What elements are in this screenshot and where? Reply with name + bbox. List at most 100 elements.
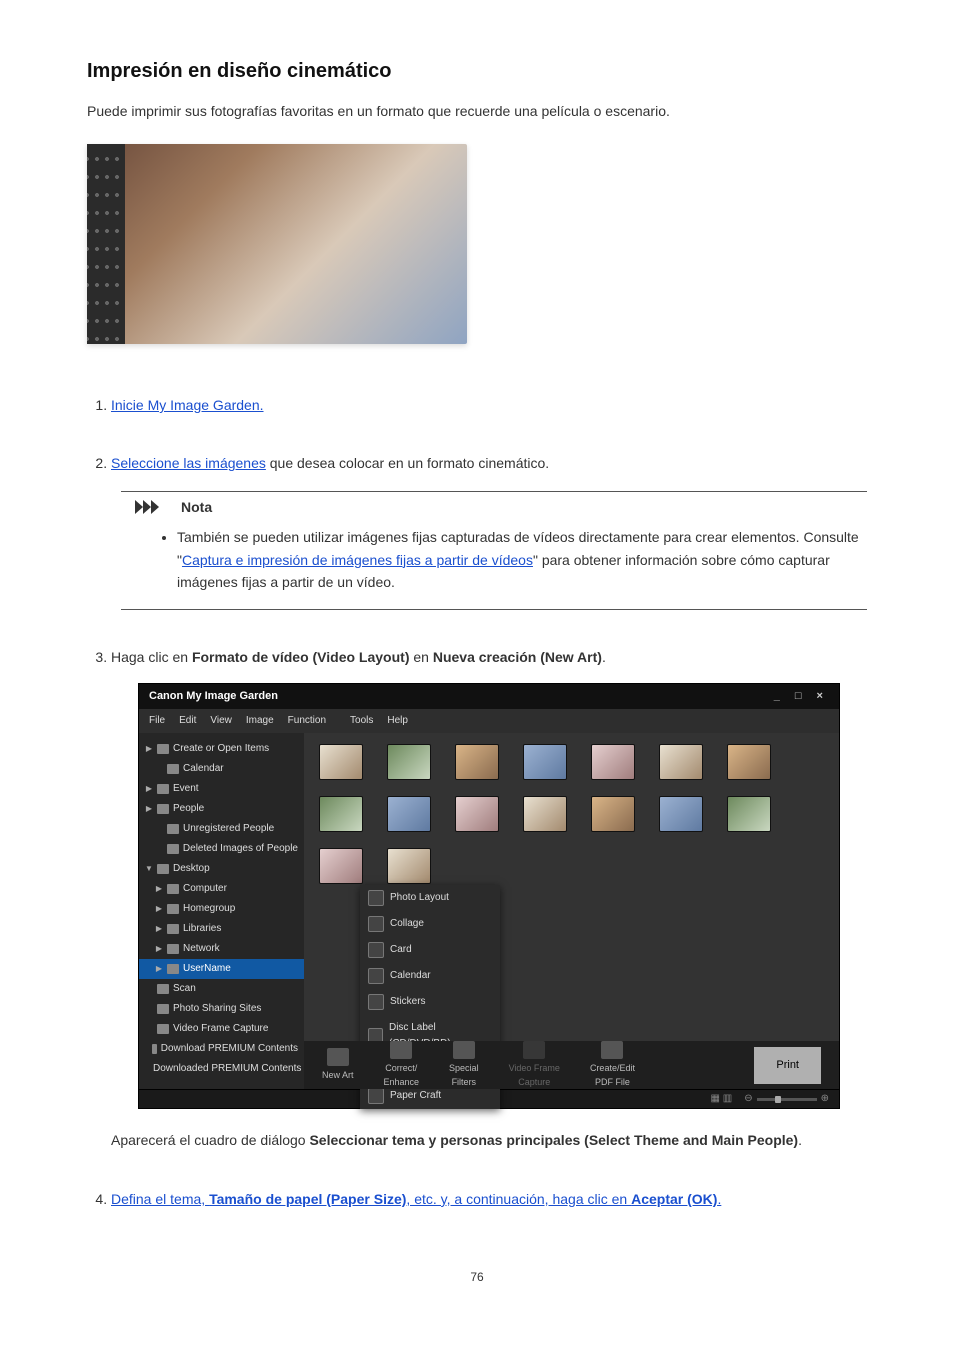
menu-function[interactable]: Function [288, 713, 326, 729]
toolbar-new-art-label: New Art [322, 1068, 354, 1082]
thumbnail[interactable] [660, 745, 702, 779]
sidebar-item-computer[interactable]: ▶Computer [139, 879, 304, 899]
sidebar-item-network[interactable]: ▶Network [139, 939, 304, 959]
thumbnail[interactable] [388, 849, 430, 883]
app-menubar: File Edit View Image Function Tools Help [139, 709, 839, 733]
sidebar-item-libraries[interactable]: ▶Libraries [139, 919, 304, 939]
note-bullet: También se pueden utilizar imágenes fija… [177, 526, 867, 593]
sidebar-item-people[interactable]: ▶People [139, 799, 304, 819]
sidebar-item-scan[interactable]: Scan [139, 979, 304, 999]
step-4-mid: , etc. y, a continuación, haga clic en [406, 1191, 631, 1207]
step-4-bold-1: Tamaño de papel (Paper Size) [209, 1191, 406, 1207]
capture-videos-link[interactable]: Captura e impresión de imágenes fijas a … [182, 552, 533, 568]
flyout-stickers[interactable]: Stickers [360, 989, 500, 1015]
thumbnail[interactable] [524, 797, 566, 831]
filmstrip-icon [87, 144, 125, 344]
step-3-prefix: Haga clic en [111, 649, 192, 665]
app-title: Canon My Image Garden [149, 688, 278, 706]
step-3: Haga clic en Formato de vídeo (Video Lay… [111, 646, 867, 1151]
thumbnail[interactable] [388, 797, 430, 831]
thumbnail[interactable] [456, 745, 498, 779]
thumbnail[interactable] [524, 745, 566, 779]
step-3-bold-1: Formato de vídeo (Video Layout) [192, 649, 410, 665]
select-images-link[interactable]: Seleccione las imágenes [111, 455, 266, 471]
toolbar-new-art[interactable]: New Art [322, 1048, 354, 1082]
thumbnail[interactable] [320, 797, 362, 831]
step-3-bold-2: Nueva creación (New Art) [433, 649, 602, 665]
app-sidebar: ▶Create or Open ItemsCalendar▶Event▶Peop… [139, 733, 304, 1089]
step-3-result-bold: Seleccionar tema y personas principales … [309, 1132, 798, 1148]
intro-paragraph: Puede imprimir sus fotografías favoritas… [87, 101, 867, 122]
sidebar-item-homegroup[interactable]: ▶Homegroup [139, 899, 304, 919]
toolbar-video-frame-capture: Video Frame Capture [509, 1041, 560, 1090]
pdf-icon [601, 1041, 623, 1059]
toolbar-correct-enhance[interactable]: Correct/ Enhance [384, 1041, 420, 1090]
zoom-slider[interactable]: ⊖ ⊕ [744, 1091, 829, 1107]
step-3-mid: en [409, 649, 432, 665]
sidebar-item-calendar[interactable]: Calendar [139, 759, 304, 779]
thumbnail[interactable] [728, 797, 770, 831]
thumbnail[interactable] [592, 745, 634, 779]
sidebar-item-video-frame-capture[interactable]: Video Frame Capture [139, 1019, 304, 1039]
thumbnail[interactable] [728, 745, 770, 779]
thumbnail[interactable] [592, 797, 634, 831]
menu-view[interactable]: View [210, 713, 232, 729]
app-toolbar: New Art Correct/ Enhance Special Filters [304, 1041, 839, 1089]
start-mig-link[interactable]: Inicie My Image Garden. [111, 397, 264, 413]
step-4-bold-2: Aceptar (OK) [631, 1191, 717, 1207]
step-4-end: . [717, 1191, 721, 1207]
toolbar-pdf[interactable]: Create/Edit PDF File [590, 1041, 635, 1090]
toolbar-pdf-label: Create/Edit PDF File [590, 1061, 635, 1090]
step-4-pre: Defina el tema, [111, 1191, 209, 1207]
note-box: Nota También se pueden utilizar imágenes… [121, 491, 867, 611]
special-filters-icon [453, 1041, 475, 1059]
sidebar-item-create-or-open-items[interactable]: ▶Create or Open Items [139, 739, 304, 759]
define-theme-link[interactable]: Defina el tema, Tamaño de papel (Paper S… [111, 1191, 721, 1207]
step-3-result-prefix: Aparecerá el cuadro de diálogo [111, 1132, 309, 1148]
view-mode-icons[interactable]: ▦ ▥ [711, 1091, 733, 1107]
thumbnail-grid [320, 745, 823, 883]
step-3-result: Aparecerá el cuadro de diálogo Seleccion… [111, 1129, 867, 1151]
thumbnail[interactable] [388, 745, 430, 779]
sidebar-item-download-premium-contents[interactable]: Download PREMIUM Contents [139, 1039, 304, 1059]
sidebar-item-photo-sharing-sites[interactable]: Photo Sharing Sites [139, 999, 304, 1019]
step-3-result-suffix: . [798, 1132, 802, 1148]
sidebar-item-desktop[interactable]: ▼Desktop [139, 859, 304, 879]
sidebar-item-username[interactable]: ▶UserName [139, 959, 304, 979]
thumbnail[interactable] [660, 797, 702, 831]
toolbar-filters-label: Special Filters [449, 1061, 479, 1090]
flyout-calendar[interactable]: Calendar [360, 963, 500, 989]
toolbar-special-filters[interactable]: Special Filters [449, 1041, 479, 1090]
menu-help[interactable]: Help [387, 713, 408, 729]
toolbar-capture-label: Video Frame Capture [509, 1061, 560, 1090]
note-arrows-icon [135, 500, 173, 514]
print-button[interactable]: Print [754, 1047, 821, 1085]
flyout-collage[interactable]: Collage [360, 911, 500, 937]
thumbnail[interactable] [320, 745, 362, 779]
thumbnail[interactable] [456, 797, 498, 831]
sidebar-item-unregistered-people[interactable]: Unregistered People [139, 819, 304, 839]
menu-edit[interactable]: Edit [179, 713, 196, 729]
flyout-card[interactable]: Card [360, 937, 500, 963]
new-art-icon [327, 1048, 349, 1066]
correct-enhance-icon [390, 1041, 412, 1059]
hero-image [87, 144, 467, 344]
flyout-photo-layout[interactable]: Photo Layout [360, 885, 500, 911]
capture-icon [523, 1041, 545, 1059]
app-main: Photo LayoutCollageCardCalendarStickersD… [304, 733, 839, 1089]
note-heading: Nota [181, 496, 212, 518]
menu-file[interactable]: File [149, 713, 165, 729]
step-2-rest: que desea colocar en un formato cinemáti… [266, 455, 549, 471]
step-2: Seleccione las imágenes que desea coloca… [111, 452, 867, 610]
app-titlebar: Canon My Image Garden _ □ × [139, 684, 839, 710]
sidebar-item-event[interactable]: ▶Event [139, 779, 304, 799]
step-1: Inicie My Image Garden. [111, 394, 867, 416]
window-buttons[interactable]: _ □ × [774, 688, 829, 706]
sidebar-item-deleted-images-of-people[interactable]: Deleted Images of People [139, 839, 304, 859]
page-number: 76 [87, 1270, 867, 1284]
menu-tools[interactable]: Tools [350, 713, 373, 729]
menu-image[interactable]: Image [246, 713, 274, 729]
thumbnail[interactable] [320, 849, 362, 883]
step-3-suffix: . [602, 649, 606, 665]
sidebar-item-downloaded-premium-contents[interactable]: Downloaded PREMIUM Contents [139, 1059, 304, 1079]
